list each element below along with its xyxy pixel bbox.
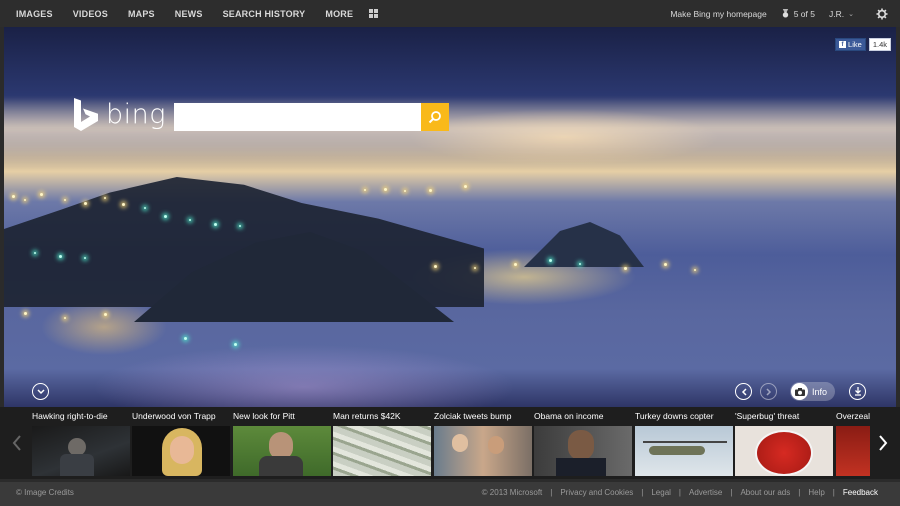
apps-grid-icon[interactable] [369,9,379,18]
news-carousel: Hawking right-to-die Underwood von Trapp… [0,407,900,479]
image-credits-link[interactable]: © Image Credits [16,488,74,497]
account-bar: Make Bing my homepage 5 of 5 J.R. ⌄ [670,0,888,27]
news-title: Hawking right-to-die [32,411,108,421]
image-info-button[interactable]: Info [790,382,835,401]
news-title: Turkey downs copter [635,411,714,421]
nav-videos[interactable]: VIDEOS [73,9,108,19]
dollar-bills-thumbnail [333,426,431,476]
news-title: Obama on income [534,411,604,421]
news-tile[interactable]: 'Superbug' threat [735,407,833,479]
facebook-like-widget: f Like 1.4k [835,38,891,51]
news-tile[interactable]: Hawking right-to-die [32,407,130,479]
footer-links: © 2013 Microsoft | Privacy and Cookies |… [481,488,878,497]
chevron-left-icon [741,387,747,396]
news-title: New look for Pitt [233,411,295,421]
advertise-link[interactable]: Advertise [689,488,722,497]
news-title: Underwood von Trapp [132,411,216,421]
nav-news[interactable]: NEWS [175,9,203,19]
news-tile[interactable]: Zolciak tweets bump [434,407,532,479]
red-image-thumbnail [836,426,870,476]
copyright: © 2013 Microsoft [481,488,543,497]
search-button[interactable] [421,103,449,131]
search-input[interactable] [174,103,421,131]
help-link[interactable]: Help [808,488,824,497]
chevron-left-icon [12,435,21,451]
news-tile[interactable]: Turkey downs copter [635,407,733,479]
download-image-button[interactable] [849,383,866,400]
city-lights [4,27,896,407]
feedback-link[interactable]: Feedback [843,488,878,497]
camera-icon [791,383,808,400]
news-title: Overzeal [836,411,870,421]
chevron-down-icon [36,388,45,394]
bing-wordmark: bing [106,99,166,130]
like-count: 1.4k [868,38,891,51]
carousel-next-button[interactable] [870,407,896,479]
chevron-down-icon[interactable]: ⌄ [848,10,854,18]
user-name[interactable]: J.R. [829,9,844,19]
footer: © Image Credits © 2013 Microsoft | Priva… [0,482,900,506]
carousel-prev-button[interactable] [4,407,30,479]
chevron-right-icon [879,435,888,451]
nav-more[interactable]: MORE [325,9,353,19]
info-label: Info [812,386,828,397]
legal-link[interactable]: Legal [651,488,671,497]
rewards-count[interactable]: 5 of 5 [794,9,815,19]
news-title: Man returns $42K [333,411,401,421]
facebook-like-button[interactable]: f Like [835,38,866,51]
bing-logo[interactable]: bing [74,98,166,131]
chevron-right-icon [765,387,771,396]
rewards-medal-icon [782,9,788,18]
person-wheelchair-thumbnail [32,426,130,476]
next-image-button[interactable] [760,383,777,400]
president-portrait-thumbnail [534,426,632,476]
news-tile[interactable]: Overzeal [836,407,870,479]
military-helicopter-thumbnail [635,426,733,476]
petri-dish-thumbnail [735,426,833,476]
news-title: 'Superbug' threat [735,411,800,421]
news-tile[interactable]: Underwood von Trapp [132,407,230,479]
news-tile[interactable]: Man returns $42K [333,407,431,479]
previous-image-button[interactable] [735,383,752,400]
family-photo-thumbnail [434,426,532,476]
make-homepage-link[interactable]: Make Bing my homepage [670,9,766,19]
privacy-link[interactable]: Privacy and Cookies [560,488,633,497]
blonde-singer-thumbnail [132,426,230,476]
about-ads-link[interactable]: About our ads [740,488,790,497]
facebook-icon: f [839,41,847,48]
bing-b-icon [74,98,98,131]
download-icon [854,387,861,396]
main-nav: IMAGES VIDEOS MAPS NEWS SEARCH HISTORY M… [16,0,379,27]
hero-background-image [4,27,896,407]
collapse-news-button[interactable] [32,383,49,400]
nav-images[interactable]: IMAGES [16,9,53,19]
news-tile[interactable]: Obama on income [534,407,632,479]
top-nav-bar: IMAGES VIDEOS MAPS NEWS SEARCH HISTORY M… [0,0,900,27]
nav-maps[interactable]: MAPS [128,9,155,19]
gear-icon[interactable] [876,8,888,20]
nav-search-history[interactable]: SEARCH HISTORY [223,9,306,19]
like-label: Like [848,40,862,49]
man-in-park-thumbnail [233,426,331,476]
news-title: Zolciak tweets bump [434,411,512,421]
news-tile[interactable]: New look for Pitt [233,407,331,479]
search-icon [428,111,441,124]
